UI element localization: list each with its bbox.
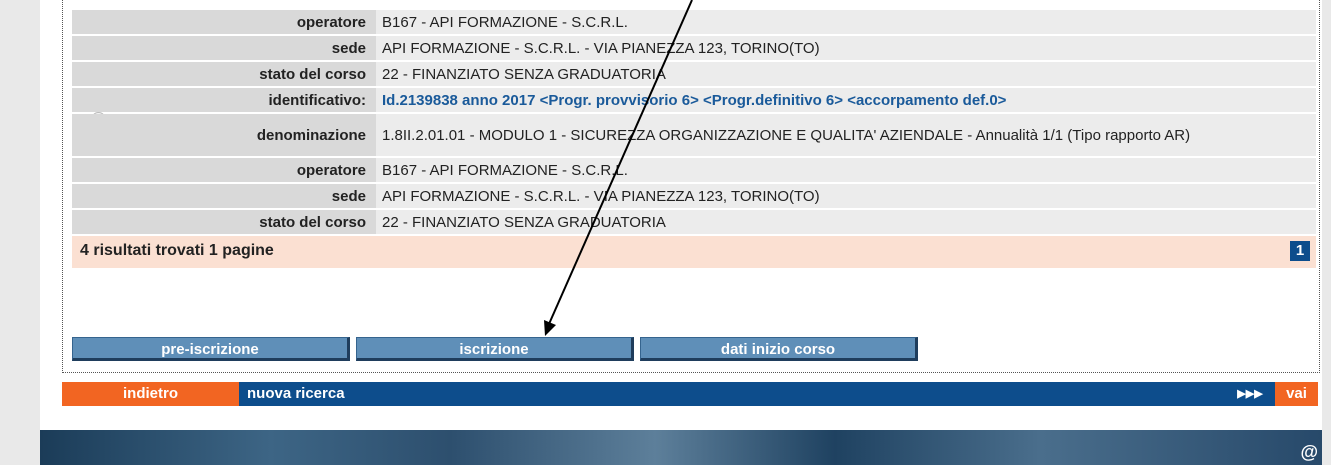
row-value[interactable]: Id.2139838 anno 2017 <Progr. provvisorio… [376,88,1316,112]
back-button[interactable]: indietro [62,382,239,406]
row-stato-1: stato del corso 22 - FINANZIATO SENZA GR… [72,62,1316,86]
new-search-link[interactable]: nuova ricerca [247,382,345,406]
row-denominazione: denominazione 1.8II.2.01.01 - MODULO 1 -… [72,114,1316,156]
pre-iscrizione-button[interactable]: pre-iscrizione [72,337,350,361]
row-value: 1.8II.2.01.01 - MODULO 1 - SICUREZZA ORG… [376,114,1316,156]
row-identificativo: identificativo: Id.2139838 anno 2017 <Pr… [72,88,1316,112]
row-label: identificativo: [268,91,366,109]
dati-inizio-corso-button[interactable]: dati inizio corso [640,337,918,361]
results-summary-bar: 4 risultati trovati 1 pagine 1 [72,236,1316,268]
row-label: stato del corso [259,65,366,83]
results-count: 4 risultati trovati 1 pagine [80,242,274,259]
row-label: operatore [296,13,366,31]
at-icon: @ [1300,442,1318,462]
row-value: API FORMAZIONE - S.C.R.L. - VIA PIANEZZA… [376,184,1316,208]
row-stato-2: stato del corso 22 - FINANZIATO SENZA GR… [72,210,1316,234]
row-value: 22 - FINANZIATO SENZA GRADUATORIA [376,62,1316,86]
row-value: B167 - API FORMAZIONE - S.C.R.L. [376,158,1316,182]
row-operatore-2: operatore B167 - API FORMAZIONE - S.C.R.… [72,158,1316,182]
page-link-1[interactable]: 1 [1290,241,1310,261]
iscrizione-button[interactable]: iscrizione [356,337,634,361]
go-button[interactable]: vai [1275,382,1318,406]
row-value: 22 - FINANZIATO SENZA GRADUATORIA [376,210,1316,234]
row-label: sede [331,39,366,57]
row-label: sede [331,187,366,205]
row-label: denominazione [256,126,366,144]
row-sede-2: sede API FORMAZIONE - S.C.R.L. - VIA PIA… [72,184,1316,208]
row-label: stato del corso [259,213,366,231]
row-operatore-1: operatore B167 - API FORMAZIONE - S.C.R.… [72,10,1316,34]
row-label: operatore [296,161,366,179]
right-gutter [1322,0,1331,465]
row-value: API FORMAZIONE - S.C.R.L. - VIA PIANEZZA… [376,36,1316,60]
row-sede-1: sede API FORMAZIONE - S.C.R.L. - VIA PIA… [72,36,1316,60]
forward-arrows-icon: ▶▶▶ [1237,388,1263,400]
footer-banner: @ [40,430,1322,465]
left-gutter [0,0,40,465]
row-value: B167 - API FORMAZIONE - S.C.R.L. [376,10,1316,34]
